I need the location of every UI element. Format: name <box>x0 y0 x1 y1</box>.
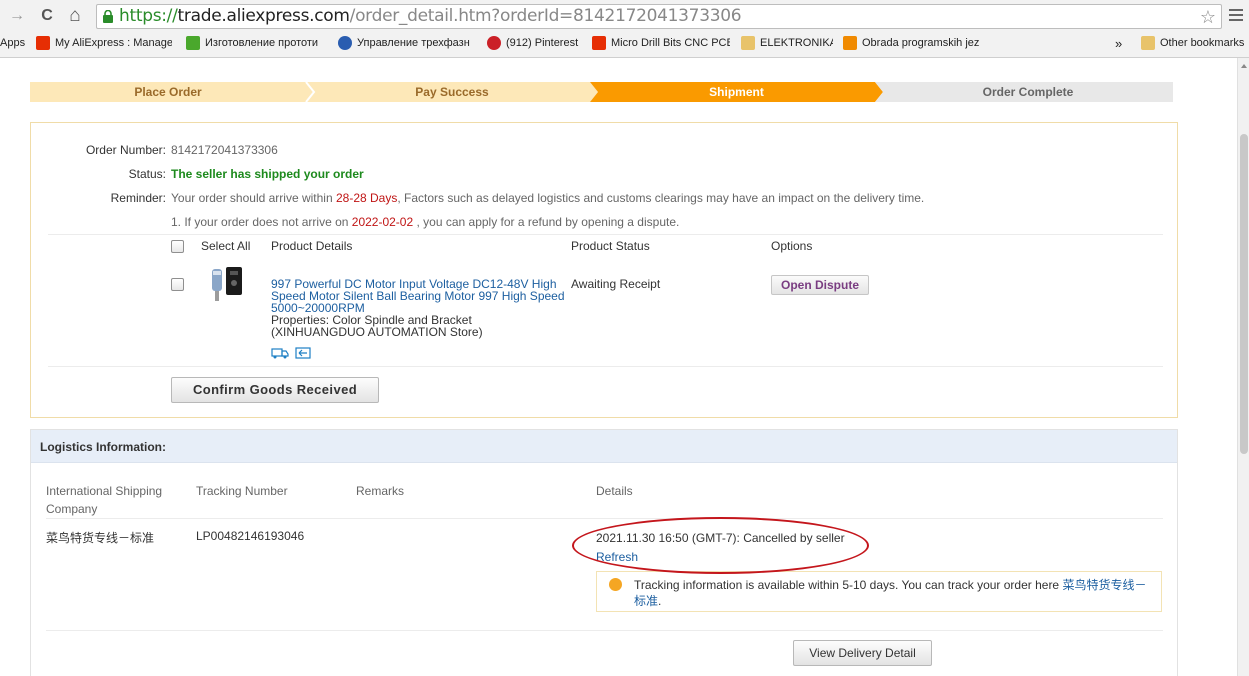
order-number-value: 8142172041373306 <box>171 143 278 157</box>
lock-icon <box>103 10 113 23</box>
aliexpress-icon <box>592 36 606 50</box>
bookmark-three-phase[interactable]: Управление трехфазн <box>338 35 476 51</box>
puzzle-icon <box>186 36 200 50</box>
url-text: https://trade.aliexpress.com/order_detai… <box>119 6 742 26</box>
page-scrollbar[interactable] <box>1237 58 1249 676</box>
tracking-tip-box: Tracking information is available within… <box>596 571 1162 612</box>
chrome-menu-icon[interactable] <box>1229 6 1243 22</box>
bookmark-my-aliexpress[interactable]: My AliExpress : Manage <box>36 35 172 51</box>
divider <box>46 518 1163 519</box>
select-all-label: Select All <box>201 239 251 253</box>
tracking-number-value: LP00482146193046 <box>196 529 305 543</box>
scroll-up-arrow-icon[interactable] <box>1241 64 1247 68</box>
annotation-ellipse <box>572 517 869 574</box>
col-tracking-number: Tracking Number <box>196 484 288 498</box>
bookmark-micro-drill[interactable]: Micro Drill Bits CNC PCB <box>592 35 730 51</box>
home-icon[interactable]: ⌂ <box>64 5 86 27</box>
logistics-header: Logistics Information: <box>31 430 1177 463</box>
product-thumbnail[interactable] <box>206 265 246 305</box>
step-place-order: Place Order <box>134 85 202 99</box>
product-store[interactable]: (XINHUANGDUO AUTOMATION Store) <box>271 326 571 338</box>
bookmarks-bar: Apps My AliExpress : Manage Изготовление… <box>0 33 1249 53</box>
bookmark-star-icon[interactable]: ☆ <box>1200 6 1216 28</box>
scroll-thumb[interactable] <box>1240 134 1248 454</box>
aliexpress-icon <box>36 36 50 50</box>
step-shipment: Shipment <box>709 85 764 99</box>
bookmark-pinterest[interactable]: (912) Pinterest <box>487 35 583 51</box>
address-bar[interactable]: https://trade.aliexpress.com/order_detai… <box>96 4 1222 29</box>
pinterest-icon <box>487 36 501 50</box>
message-icon[interactable] <box>295 347 311 359</box>
col-product-details: Product Details <box>271 239 353 253</box>
col-remarks: Remarks <box>356 484 405 498</box>
bookmark-obrada[interactable]: Obrada programskih jez <box>843 35 981 51</box>
bookmark-elektronika[interactable]: ELEKTRONIKA <box>741 35 833 51</box>
divider <box>46 630 1163 631</box>
browser-toolbar: → C ⌂ https://trade.aliexpress.com/order… <box>0 0 1249 58</box>
logistics-title: Logistics Information: <box>40 440 166 454</box>
folder-icon <box>1141 36 1155 50</box>
col-product-status: Product Status <box>571 239 650 253</box>
refund-note: 1. If your order does not arrive on 2022… <box>171 215 680 229</box>
col-options: Options <box>771 239 813 253</box>
lightbulb-icon <box>609 578 622 591</box>
step-order-complete: Order Complete <box>982 85 1074 99</box>
col-shipping-company: International Shipping Company <box>46 484 163 516</box>
reminder-text: Your order should arrive within 28-28 Da… <box>171 191 925 205</box>
tracking-tip-text: Tracking information is available within… <box>634 578 1147 608</box>
step-pay-success: Pay Success <box>415 85 489 99</box>
reload-icon[interactable]: C <box>36 5 58 27</box>
bookmark-prototypes[interactable]: Изготовление прототи <box>186 35 326 51</box>
globe-icon <box>338 36 352 50</box>
bookmark-other[interactable]: Other bookmarks <box>1141 35 1244 51</box>
folder-icon <box>741 36 755 50</box>
bookmarks-overflow-chevron-icon[interactable]: » <box>1115 35 1122 51</box>
c-icon <box>843 36 857 50</box>
order-progress-steps: Place Order Pay Success Shipment Order C… <box>30 82 1173 102</box>
product-status-value: Awaiting Receipt <box>571 277 661 291</box>
view-delivery-detail-button[interactable]: View Delivery Detail <box>793 640 932 666</box>
forward-icon[interactable]: → <box>6 5 28 27</box>
status-value: The seller has shipped your order <box>171 167 364 181</box>
reminder-label: Reminder: <box>110 191 166 205</box>
status-label: Status: <box>128 167 166 181</box>
product-title-link[interactable]: 997 Powerful DC Motor Input Voltage DC12… <box>271 278 571 314</box>
divider <box>48 234 1163 235</box>
bookmark-apps[interactable]: Apps <box>0 35 25 51</box>
col-details: Details <box>596 484 633 498</box>
order-number-label: Order Number: <box>85 143 166 157</box>
product-checkbox[interactable] <box>171 278 184 291</box>
confirm-goods-received-button[interactable]: Confirm Goods Received <box>171 377 379 403</box>
shipping-company-value: 菜鸟特货专线－标准 <box>46 531 155 545</box>
select-all-checkbox[interactable] <box>171 240 184 253</box>
shipping-truck-icon[interactable] <box>271 347 289 359</box>
open-dispute-button[interactable]: Open Dispute <box>771 275 869 295</box>
divider <box>48 366 1163 367</box>
